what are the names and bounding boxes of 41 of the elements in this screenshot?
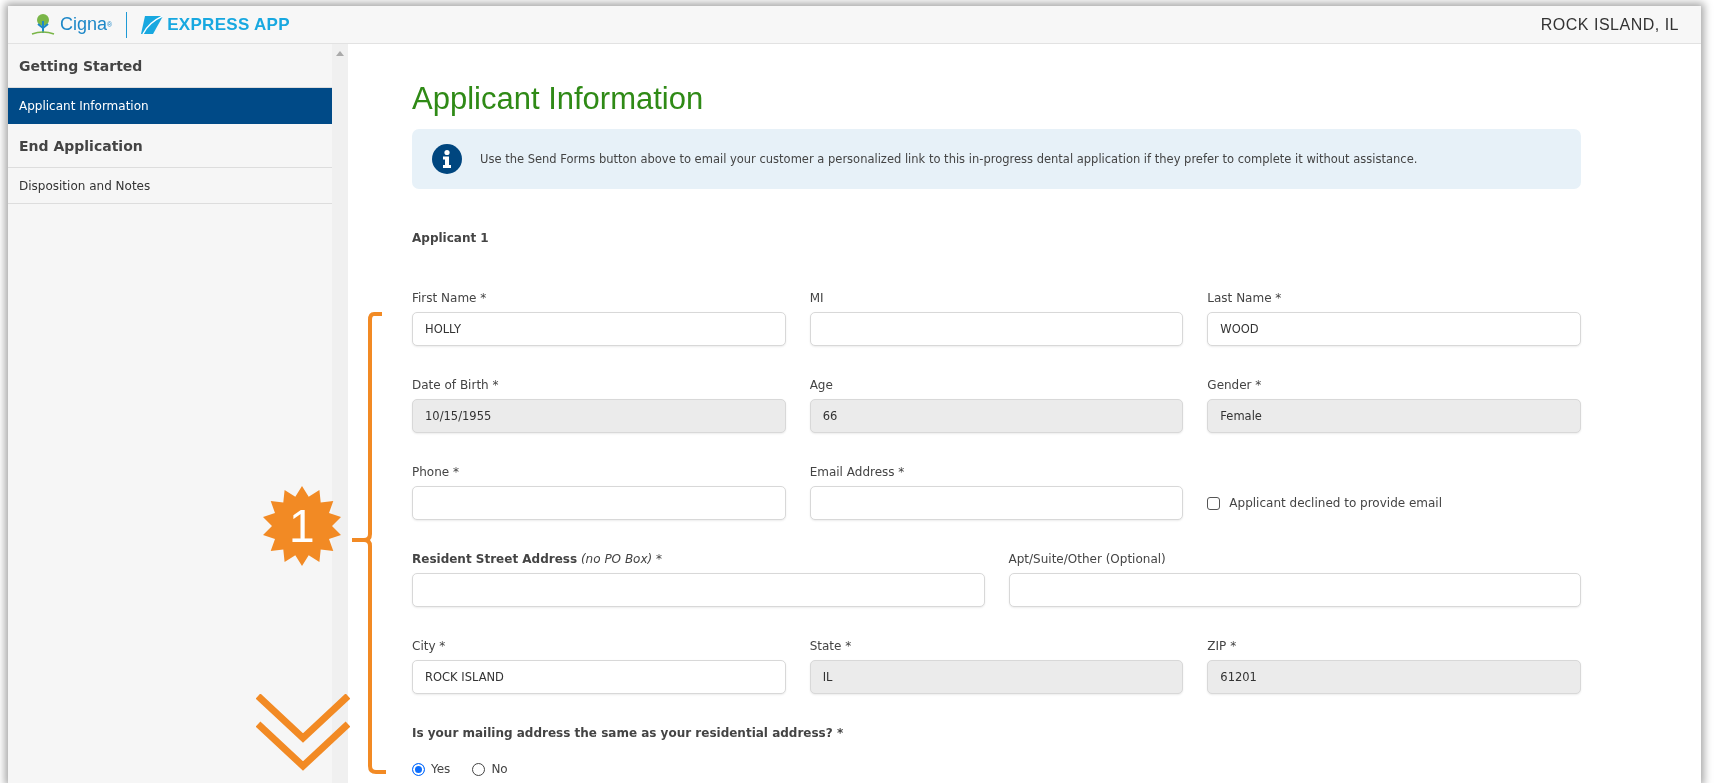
field-label: Last Name * xyxy=(1207,290,1283,306)
input-field[interactable] xyxy=(1008,573,1581,608)
field-label: Email Address * xyxy=(809,464,906,480)
field-label: Age xyxy=(809,377,834,393)
location-label: ROCK ISLAND, IL xyxy=(1540,14,1679,35)
page-title: Applicant Information xyxy=(412,80,705,118)
field-label: ZIP * xyxy=(1207,638,1238,654)
brand-name: Cigna$^{®}$ xyxy=(60,13,113,36)
input-field[interactable] xyxy=(412,573,985,608)
field-label: Date of Birth * xyxy=(412,377,500,393)
field-label: First Name * xyxy=(412,290,488,306)
input-field[interactable]: ROCK ISLAND xyxy=(412,660,786,695)
field-label: Phone * xyxy=(412,464,460,480)
info-icon xyxy=(432,144,462,175)
field-label: State * xyxy=(809,638,853,654)
app-name: EXPRESS APP xyxy=(167,13,290,36)
radio-label: No xyxy=(491,761,508,779)
scroll-up-icon[interactable] xyxy=(336,50,344,56)
sidebar-item[interactable]: Applicant Information xyxy=(8,88,332,124)
input-field[interactable] xyxy=(809,486,1184,521)
question-label: Is your mailing address the same as your residential address? * xyxy=(412,725,845,743)
radio-button[interactable] xyxy=(412,762,425,776)
checkbox-label: Applicant declined to provide email xyxy=(1229,495,1443,513)
field-label: Apt/Suite/Other (Optional) xyxy=(1008,551,1167,567)
checkbox[interactable] xyxy=(1207,496,1221,510)
radio-button[interactable] xyxy=(472,762,486,776)
input-field[interactable] xyxy=(809,312,1184,347)
input-field[interactable]: HOLLY xyxy=(412,312,786,347)
radio-label: Yes xyxy=(431,761,451,779)
sidebar-item[interactable]: Disposition and Notes xyxy=(8,168,332,204)
field-label: MI xyxy=(809,290,825,306)
step-number: 1 xyxy=(289,501,315,551)
field-label: Gender * xyxy=(1207,377,1263,393)
section-heading: Applicant 1 xyxy=(412,230,490,248)
field-label: Resident Street Address (no PO Box) * xyxy=(412,551,664,567)
tree-logo-icon xyxy=(30,12,56,37)
express-logo-icon xyxy=(141,15,164,34)
info-message: Use the Send Forms button above to email your customer a personalized link to this in-progress dental application if they prefer to complete it without assistance. xyxy=(480,150,1418,168)
input-field[interactable]: WOOD xyxy=(1207,312,1581,347)
field-label: City * xyxy=(412,638,447,654)
input-field[interactable] xyxy=(412,486,786,521)
